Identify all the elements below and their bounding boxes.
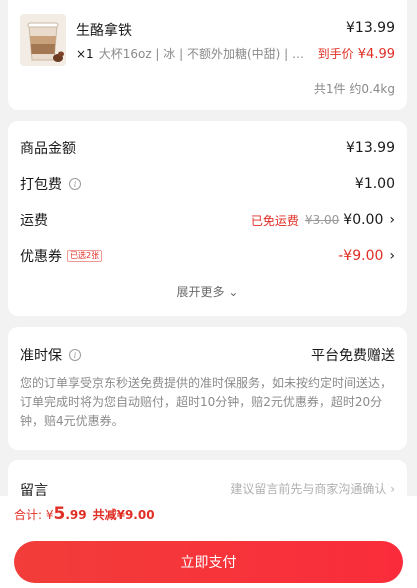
packing-fee-value: ¥1.00 xyxy=(354,176,395,192)
chevron-right-icon: › xyxy=(390,482,395,496)
chevron-right-icon: › xyxy=(389,248,395,264)
product-options: 大杯16oz | 冰 | 不额外加糖(中甜) | 金... xyxy=(98,47,312,61)
coupon-value: -¥9.00 xyxy=(338,248,384,264)
product-price: ¥13.99 xyxy=(346,20,395,36)
shipping-fee-value: ¥0.00 xyxy=(343,212,384,228)
coupon-row[interactable]: 优惠券 已选2张 -¥9.00 › xyxy=(20,244,395,268)
items-amount-row: 商品金额 ¥13.99 xyxy=(20,136,395,160)
total-amount: 合计: ¥ 5 .99 共减¥9.00 xyxy=(14,504,155,524)
final-price: 到手价 ¥4.99 xyxy=(318,45,395,62)
original-shipping-fee: ¥3.00 xyxy=(304,213,340,227)
packing-fee-row: 打包费 i ¥1.00 xyxy=(20,172,395,196)
packing-fee-label: 打包费 xyxy=(20,177,62,193)
expand-more-button[interactable]: 展开更多 ⌄ xyxy=(8,283,407,300)
guarantee-title: 准时保 i xyxy=(20,345,81,365)
on-time-guarantee-card: 准时保 i 平台免费赠送 您的订单享受京东秒送免费提供的准时保服务，如未按约定时… xyxy=(8,327,407,450)
coupon-label: 优惠券 xyxy=(20,249,62,265)
product-card: 生酪拿铁 ¥13.99 ×1 大杯16oz | 冰 | 不额外加糖(中甜) | 金… xyxy=(8,0,407,110)
chevron-down-icon: ⌄ xyxy=(228,285,239,299)
total-saved: 共减¥9.00 xyxy=(92,508,155,522)
fee-card: 商品金额 ¥13.99 打包费 i ¥1.00 运费 已免运费 ¥3.00 ¥0… xyxy=(8,121,407,316)
items-amount-value: ¥13.99 xyxy=(346,140,395,156)
latte-cup-icon xyxy=(20,14,66,66)
shipping-fee-row[interactable]: 运费 已免运费 ¥3.00 ¥0.00 › xyxy=(20,208,395,232)
items-amount-label: 商品金额 xyxy=(20,141,76,157)
coupon-selected-badge: 已选2张 xyxy=(67,250,103,262)
expand-more-label: 展开更多 xyxy=(176,285,225,299)
free-shipping-tag: 已免运费 xyxy=(250,213,299,228)
shipping-fee-label: 运费 xyxy=(20,213,48,229)
guarantee-status: 平台免费赠送 xyxy=(311,348,395,364)
pay-now-button[interactable]: 立即支付 xyxy=(14,541,403,583)
final-price-value: ¥4.99 xyxy=(357,47,395,62)
remark-hint: 建议留言前先与商家沟通确认 › xyxy=(230,480,395,497)
info-icon[interactable]: i xyxy=(69,178,81,190)
final-price-label: 到手价 xyxy=(317,47,354,61)
chevron-right-icon: › xyxy=(389,212,395,228)
total-decimal: .99 xyxy=(65,508,87,522)
product-spec: ×1 大杯16oz | 冰 | 不额外加糖(中甜) | 金... xyxy=(76,45,312,62)
product-qty: ×1 xyxy=(76,47,94,61)
total-label: 合计: ¥ xyxy=(14,508,54,522)
info-icon[interactable]: i xyxy=(69,349,81,361)
guarantee-title-text: 准时保 xyxy=(20,348,62,364)
product-summary: 共1件 约0.4kg xyxy=(313,82,395,96)
remark-hint-text: 建议留言前先与商家沟通确认 xyxy=(230,482,387,496)
product-name: 生酪拿铁 xyxy=(76,23,132,39)
checkout-bar: 合计: ¥ 5 .99 共减¥9.00 立即支付 xyxy=(0,496,417,588)
total-integer: 5 xyxy=(53,504,66,524)
guarantee-description: 您的订单享受京东秒送免费提供的准时保服务，如未按约定时间送达，订单完成时将为您自… xyxy=(20,376,393,428)
